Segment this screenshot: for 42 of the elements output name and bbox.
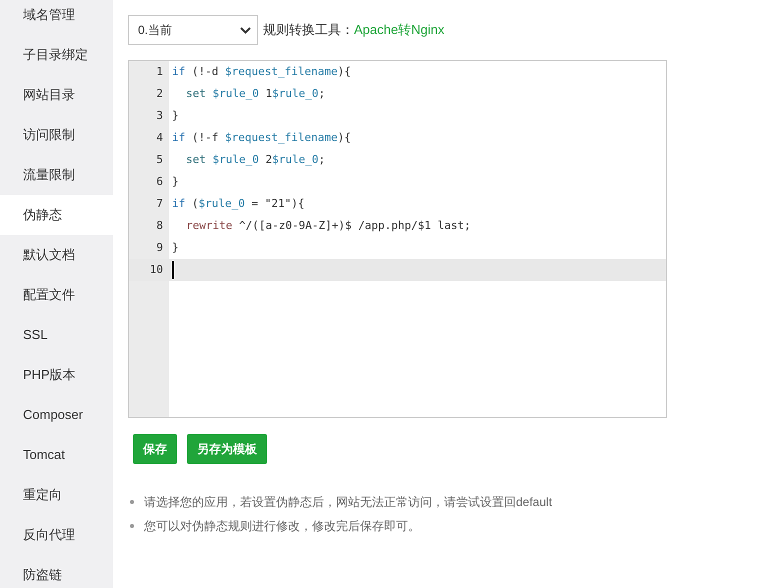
line-number: 7 [155, 196, 164, 212]
template-dropdown[interactable]: 0.当前 [128, 15, 258, 45]
sidebar-item[interactable]: PHP版本 [0, 355, 113, 395]
code-line: } [171, 240, 179, 256]
converter-label: 规则转换工具： [263, 21, 354, 39]
code-line: } [171, 108, 179, 124]
code-line: if (!-d $request_filename){ [171, 64, 351, 80]
help-note: 请选择您的应用，若设置伪静态后，网站无法正常访问，请尝试设置回default [144, 494, 552, 511]
sidebar-item[interactable]: 访问限制 [0, 115, 113, 155]
bullet-icon [130, 500, 134, 504]
line-number: 4 [155, 130, 164, 146]
text-cursor [172, 261, 174, 279]
code-line: set $rule_0 1$rule_0; [185, 86, 326, 102]
line-number: 2 [155, 86, 164, 102]
line-number: 1 [155, 64, 164, 80]
code-line: } [171, 174, 179, 190]
code-line: rewrite ^/([a-z0-9A-Z]+)$ /app.php/$1 last; [185, 218, 471, 234]
line-number: 5 [155, 152, 164, 168]
help-note: 您可以对伪静态规则进行修改，修改完后保存即可。 [144, 518, 420, 535]
line-number: 10 [148, 262, 164, 278]
code-line: if ($rule_0 = "21"){ [171, 196, 304, 212]
bullet-icon [130, 524, 134, 528]
sidebar-item[interactable]: 配置文件 [0, 275, 113, 315]
sidebar-item[interactable]: 网站目录 [0, 75, 113, 115]
sidebar-item[interactable]: Composer [0, 395, 113, 435]
line-number: 3 [155, 108, 164, 124]
sidebar-item[interactable]: 防盗链 [0, 555, 113, 588]
sidebar-item[interactable]: 默认文档 [0, 235, 113, 275]
sidebar-item[interactable]: 域名管理 [0, 0, 113, 35]
code-line: set $rule_0 2$rule_0; [185, 152, 326, 168]
line-number: 8 [155, 218, 164, 234]
sidebar-item[interactable]: 反向代理 [0, 515, 113, 555]
chevron-down-icon [240, 26, 251, 34]
line-number: 9 [155, 240, 164, 256]
sidebar-item[interactable]: SSL [0, 315, 113, 355]
sidebar-item[interactable]: Tomcat [0, 435, 113, 475]
sidebar-item[interactable]: 子目录绑定 [0, 35, 113, 75]
sidebar-item[interactable]: 伪静态 [0, 195, 113, 235]
line-number: 6 [155, 174, 164, 190]
code-line: if (!-f $request_filename){ [171, 130, 351, 146]
sidebar-item[interactable]: 流量限制 [0, 155, 113, 195]
sidebar-item[interactable]: 重定向 [0, 475, 113, 515]
